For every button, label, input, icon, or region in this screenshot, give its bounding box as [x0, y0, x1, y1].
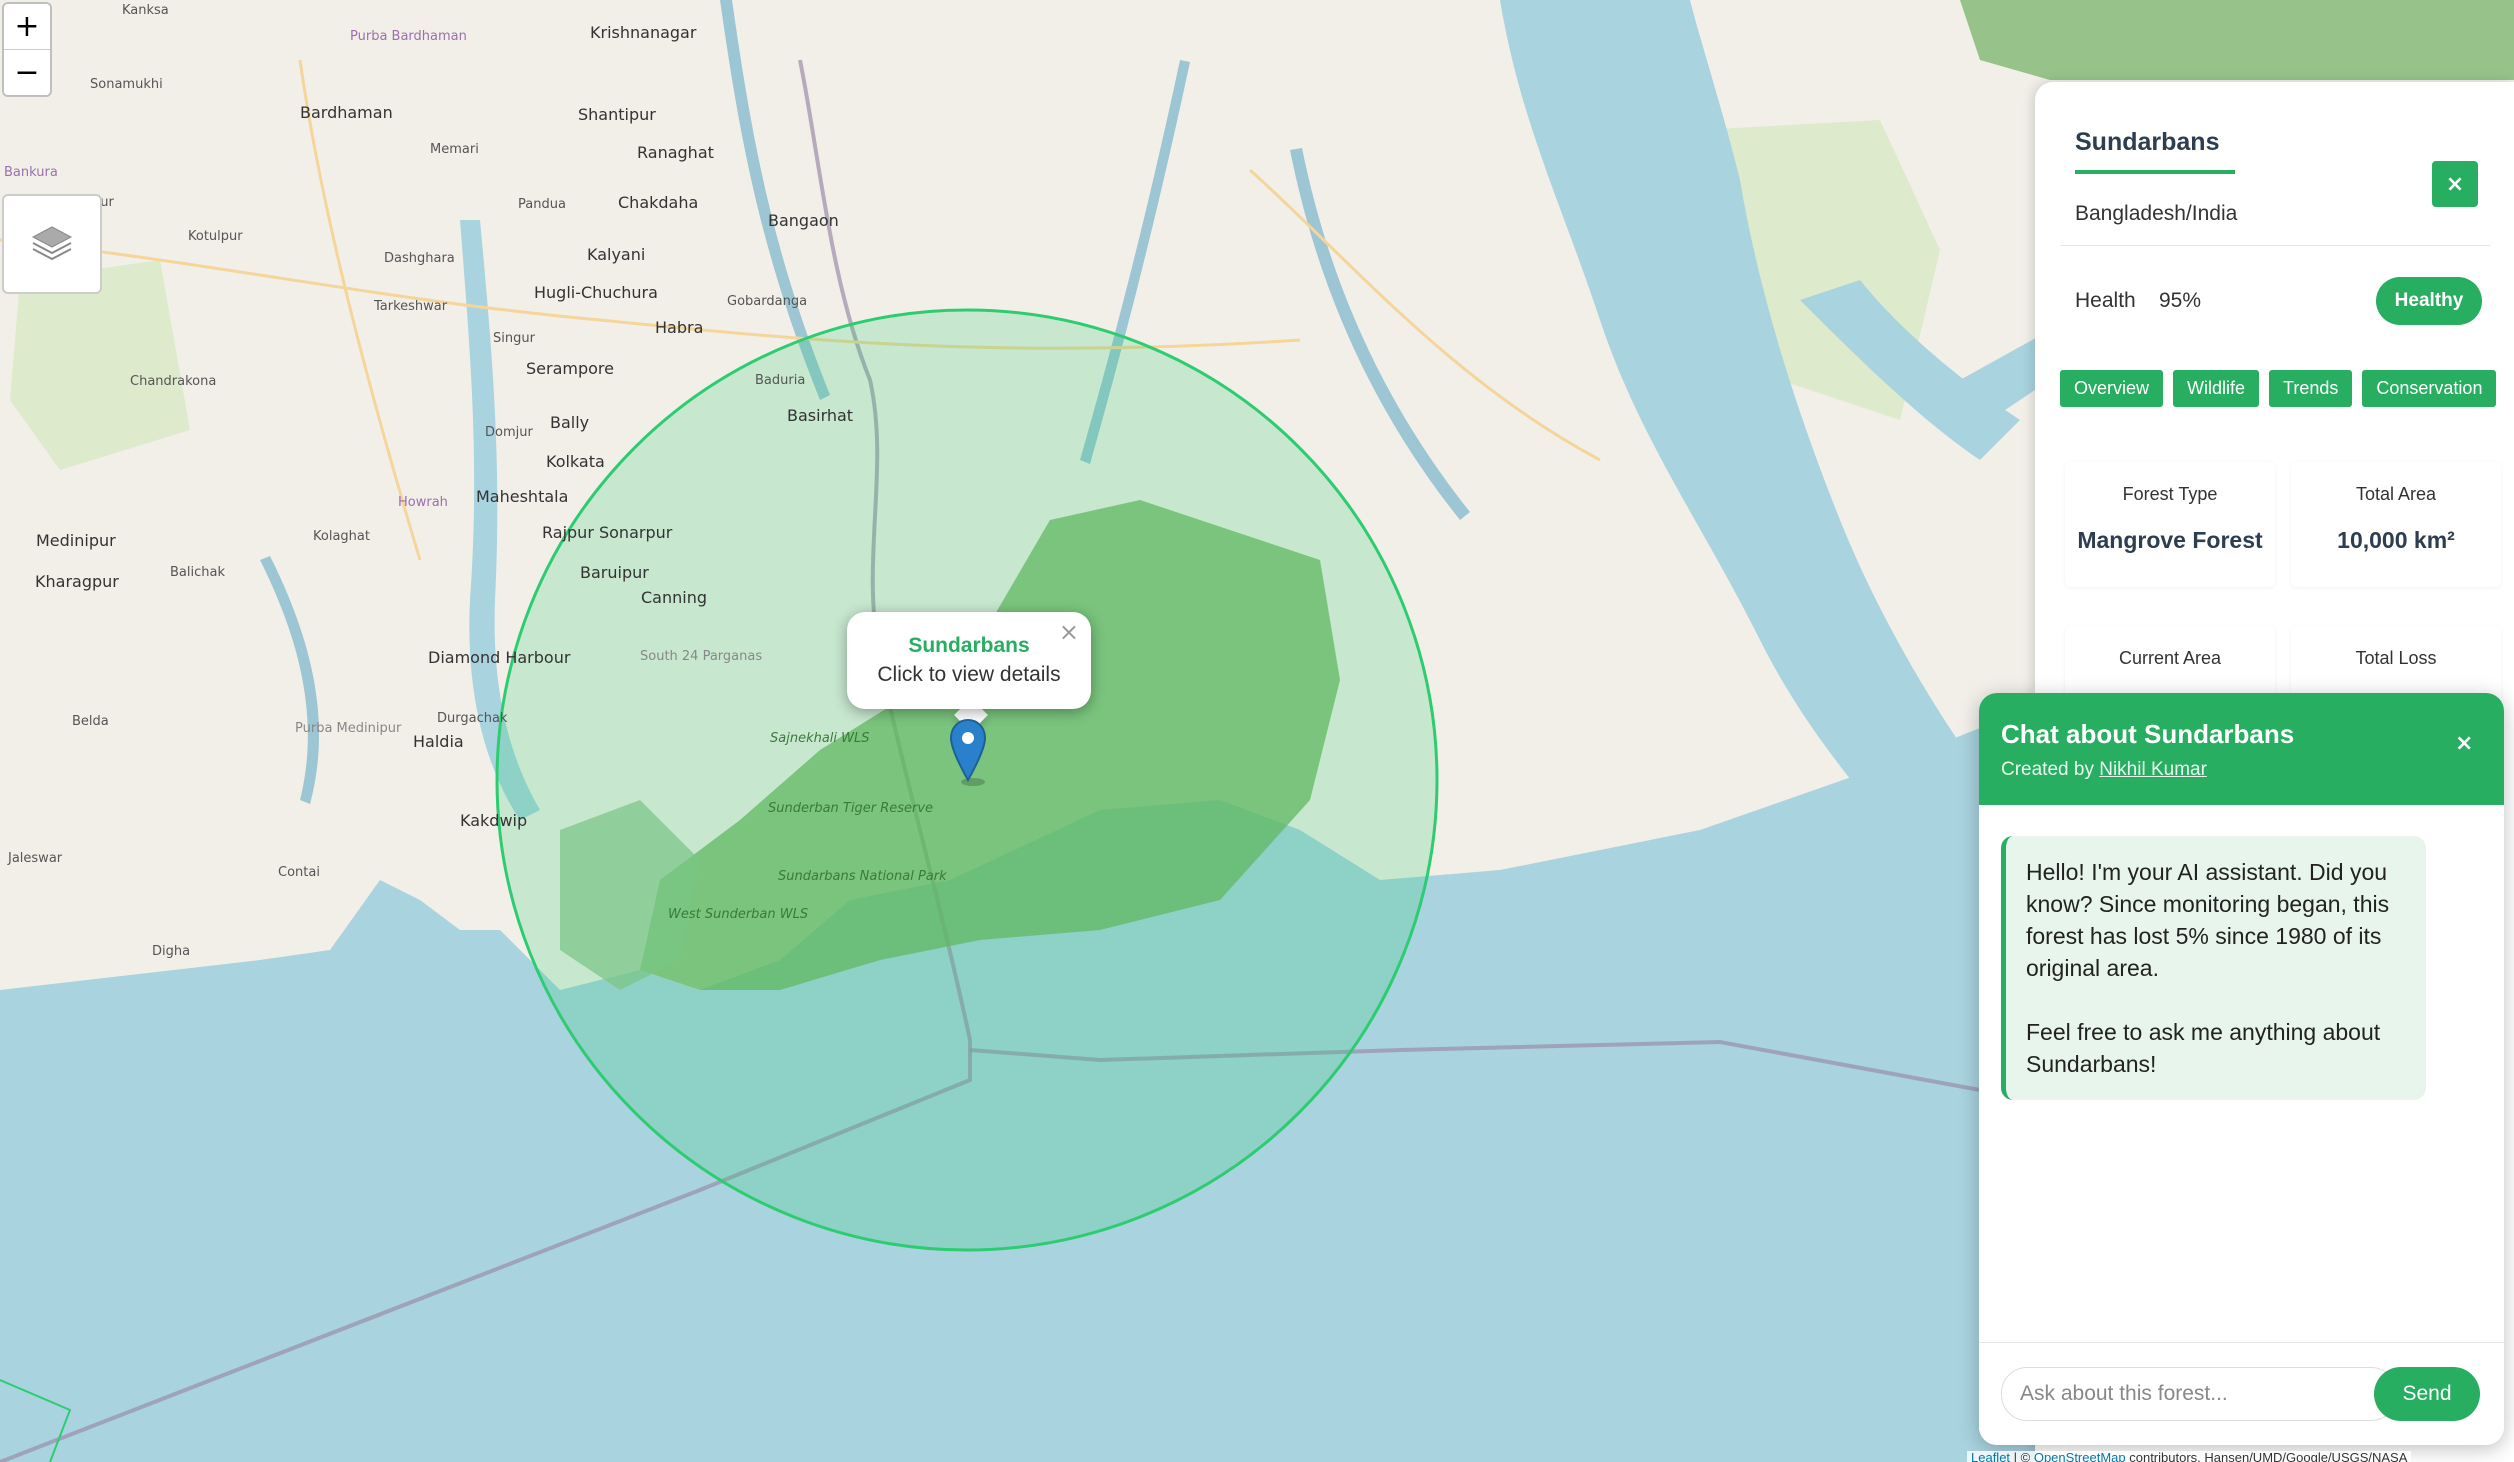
tab-overview[interactable]: Overview [2060, 370, 2164, 407]
stat-label: Total Area [2355, 484, 2437, 504]
map-label: Purba Medinipur [295, 721, 402, 736]
map-label: Purba Bardhaman [350, 29, 467, 44]
health-label: Health [2075, 289, 2136, 312]
map-label: Singur [493, 331, 536, 346]
map-label: Shantipur [578, 105, 656, 124]
map-label: Bankura [4, 165, 58, 180]
send-button[interactable]: Send [2374, 1367, 2480, 1421]
map-label: Sundarbans National Park [778, 869, 947, 884]
attribution-rest: contributors, Hansen/UMD/Google/USGS/NAS… [2125, 1451, 2408, 1462]
map-label: Belda [72, 714, 109, 729]
map-label: Diamond Harbour [428, 648, 571, 667]
map-label: Durgachak [437, 711, 508, 726]
stat-label: Current Area [2118, 648, 2222, 668]
message-paragraph: Hello! I'm your AI assistant. Did you kn… [2026, 859, 2390, 981]
map-label: Tarkeshwar [373, 299, 448, 314]
map-label: Memari [430, 142, 479, 157]
message-paragraph: Feel free to ask me anything about Sunda… [2026, 1019, 2381, 1077]
map-label: Sunderban Tiger Reserve [768, 801, 933, 816]
tab-trends[interactable]: Trends [2269, 370, 2353, 407]
layers-icon [31, 226, 73, 261]
map-label: Balichak [170, 565, 225, 580]
health-status-badge: Healthy [2376, 277, 2482, 325]
map-label: Kakdwip [460, 811, 527, 830]
map-label: West Sunderban WLS [668, 907, 808, 922]
assistant-message: Hello! I'm your AI assistant. Did you kn… [2001, 836, 2426, 1100]
panel-title: Sundarbans [2075, 128, 2220, 156]
zoom-control: + − [2, 2, 52, 97]
author-link[interactable]: Nikhil Kumar [2099, 759, 2207, 780]
popup-subtitle: Click to view details [877, 663, 1061, 686]
stat-label: Forest Type [2122, 484, 2218, 504]
map-label: Medinipur [36, 531, 116, 550]
map-label: Canning [641, 588, 707, 607]
layers-control[interactable] [2, 194, 102, 294]
map-label: Kolaghat [313, 529, 370, 544]
popup-title[interactable]: Sundarbans [847, 634, 1091, 658]
map-label: Domjur [485, 425, 533, 440]
stat-card-forest-type: Forest Type Mangrove Forest [2065, 462, 2275, 587]
map-label: Baruipur [580, 563, 649, 582]
map-label: Habra [655, 318, 703, 337]
map-label: Kharagpur [35, 572, 119, 591]
map-label: Krishnanagar [590, 23, 697, 42]
map-label: Chakdaha [618, 193, 698, 212]
chat-input[interactable] [2001, 1367, 2397, 1421]
zoom-out-button[interactable]: − [4, 49, 50, 95]
credit-prefix: Created by [2001, 759, 2100, 780]
popup-close-button[interactable]: × [1059, 618, 1079, 646]
stat-card-total-area: Total Area 10,000 km² [2291, 462, 2501, 587]
osm-link[interactable]: OpenStreetMap [2034, 1451, 2126, 1462]
map-label: Baduria [755, 373, 805, 388]
map-label: Kotulpur [188, 229, 243, 244]
map-label: Hugli-Chuchura [534, 283, 658, 302]
map-label: Dashghara [384, 251, 455, 266]
panel-tabs: Overview Wildlife Trends Conservation [2060, 370, 2497, 407]
map-label: Haldia [413, 732, 464, 751]
attribution-sep: | © [2010, 1451, 2034, 1462]
map-label: Chandrakona [130, 374, 216, 389]
chat-footer: Send [1979, 1342, 2504, 1445]
map-label: Sonamukhi [90, 77, 163, 92]
map-label: Howrah [398, 495, 448, 510]
health-value: 95% [2159, 289, 2202, 312]
map-label: Maheshtala [476, 487, 568, 506]
map-label: Rajpur Sonarpur [542, 523, 673, 542]
map-label: Bangaon [768, 211, 839, 230]
map-label: Bally [550, 413, 589, 432]
map-label: Serampore [526, 359, 614, 378]
map-label: Kanksa [122, 3, 169, 18]
chat-header: Chat about Sundarbans Created by Nikhil … [1979, 693, 2504, 805]
panel-location: Bangladesh/India [2075, 202, 2238, 225]
chat-close-button[interactable]: × [2455, 731, 2473, 756]
tab-wildlife[interactable]: Wildlife [2173, 370, 2260, 407]
map-label: Contai [278, 865, 320, 880]
map-label: Ranaghat [637, 143, 714, 162]
stat-value: 10,000 km² [2337, 527, 2455, 553]
map-label: Gobardanga [727, 294, 807, 309]
map-attribution: Leaflet | © OpenStreetMap contributors, … [1967, 1451, 2412, 1462]
stat-value: Mangrove Forest [2077, 527, 2263, 553]
chat-title: Chat about Sundarbans [2001, 719, 2295, 749]
stat-label: Total Loss [2355, 648, 2437, 668]
map-label: Kalyani [587, 245, 645, 264]
map-label: South 24 Parganas [640, 649, 762, 664]
map-label: Digha [152, 944, 190, 959]
tab-conservation[interactable]: Conservation [2362, 370, 2497, 407]
panel-divider [2060, 245, 2490, 246]
zoom-in-button[interactable]: + [4, 4, 50, 49]
chat-credit: Created by Nikhil Kumar [2001, 759, 2207, 781]
map-popup[interactable]: × Sundarbans Click to view details [847, 612, 1091, 709]
map-label: Jaleswar [7, 851, 63, 866]
map-label: Bardhaman [300, 103, 393, 122]
map-label: Pandua [518, 197, 566, 212]
map-label: Kolkata [546, 452, 605, 471]
chat-panel: Chat about Sundarbans Created by Nikhil … [1979, 693, 2504, 1445]
leaflet-link[interactable]: Leaflet [1971, 1451, 2010, 1462]
panel-close-button[interactable]: × [2432, 161, 2478, 207]
map-label: Sajnekhali WLS [770, 731, 870, 746]
map-label: Basirhat [787, 406, 853, 425]
location-marker-icon[interactable] [949, 718, 987, 786]
title-underline [2075, 170, 2235, 174]
